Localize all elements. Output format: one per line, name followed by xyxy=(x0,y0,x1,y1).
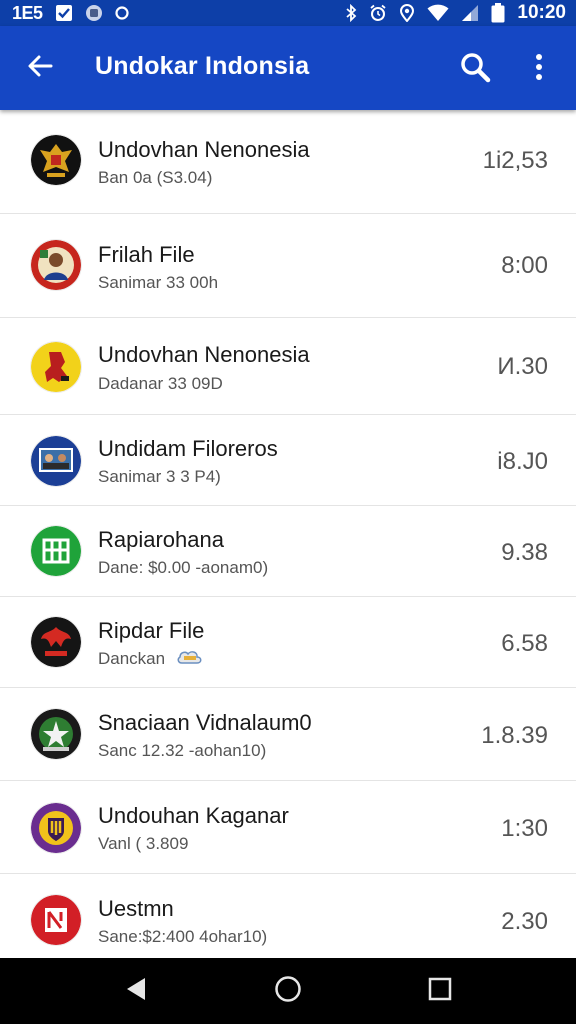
list-item[interactable]: Undouhan Kaganar Vanl ( 3.809 1:30 xyxy=(0,781,576,874)
item-title: Snaciaan Vidnalaum0 xyxy=(98,710,312,735)
portrait-badge-icon xyxy=(31,240,81,290)
nav-recents-icon xyxy=(428,977,452,1006)
item-title: Undidam Filoreros xyxy=(98,436,278,461)
yellow-emblem-icon xyxy=(31,342,81,392)
list-item[interactable]: Undovhan Nenonesia Dadanar 33 09D И.30 xyxy=(0,318,576,415)
item-subtitle: Dadanar 33 09D xyxy=(98,374,223,393)
green-grid-icon xyxy=(31,526,81,576)
item-subtitle: Sane:$2:400 4ohar10) xyxy=(98,927,268,946)
search-icon xyxy=(459,51,491,88)
red-bird-emblem-icon xyxy=(31,617,81,667)
nav-back-icon xyxy=(124,976,148,1007)
navigation-bar xyxy=(0,958,576,1024)
status-left-time: 1E5 xyxy=(12,2,43,23)
status-clock: 10:20 xyxy=(517,2,566,23)
red-app-logo-icon xyxy=(31,895,81,945)
list-item[interactable]: Rapiarohana Dane: $0.00 -aonam0) 9.38 xyxy=(0,506,576,597)
item-subtitle: Sanc 12.32 -aohan10) xyxy=(98,741,267,760)
item-title: Frilah File xyxy=(98,242,195,267)
app-notification-icon xyxy=(85,4,103,22)
more-options-button[interactable] xyxy=(526,50,552,88)
bluetooth-icon xyxy=(345,4,357,22)
purple-shield-icon xyxy=(31,803,81,853)
wifi-icon xyxy=(427,4,449,22)
signal-icon xyxy=(461,4,479,22)
item-subtitle: Vanl ( 3.809 xyxy=(98,834,189,853)
list-item[interactable]: Snaciaan Vidnalaum0 Sanc 12.32 -aohan10)… xyxy=(0,688,576,781)
list-item[interactable]: Uestmn Sane:$2:400 4ohar10) 2.30 xyxy=(0,874,576,958)
nav-back-button[interactable] xyxy=(106,966,166,1016)
item-subtitle-text: Danckan xyxy=(98,648,166,668)
item-value: i8.J0 xyxy=(497,448,548,475)
item-value: И.30 xyxy=(497,353,548,380)
list-item[interactable]: Frilah File Sanimar 33 00h 8:00 xyxy=(0,214,576,318)
list-item[interactable]: Undovhan Nenonesia Ban 0a (S3.04) 1i2,53 xyxy=(0,110,576,214)
battery-icon xyxy=(491,3,505,23)
item-title: Rapiarohana xyxy=(98,527,224,552)
item-subtitle: Sanimar 3 3 P4) xyxy=(98,467,221,486)
item-subtitle: Ban 0a (S3.04) xyxy=(98,168,213,187)
leaf-emblem-icon xyxy=(31,709,81,759)
item-title: Undovhan Nenonesia xyxy=(98,137,310,162)
nav-recents-button[interactable] xyxy=(410,966,470,1016)
arrow-back-icon xyxy=(27,54,53,83)
item-value: 9.38 xyxy=(501,539,548,566)
item-subtitle: Danckan xyxy=(98,648,204,671)
item-subtitle: Sanimar 33 00h xyxy=(98,273,219,292)
item-title: Ripdar File xyxy=(98,618,205,643)
item-subtitle: Dane: $0.00 -aonam0) xyxy=(98,558,269,577)
search-button[interactable] xyxy=(456,50,494,88)
back-button[interactable] xyxy=(22,50,58,86)
cloud-badge-icon xyxy=(176,648,204,671)
nav-home-icon xyxy=(274,975,302,1008)
more-vert-icon xyxy=(535,53,543,86)
dot-notification-icon xyxy=(114,6,129,20)
garuda-emblem-icon xyxy=(31,135,81,185)
list-item[interactable]: Ripdar File Danckan 6.58 xyxy=(0,597,576,688)
alarm-icon xyxy=(369,4,387,22)
checkbox-notification-icon xyxy=(55,4,73,22)
item-value: 1:30 xyxy=(501,815,548,842)
photo-thumbnail-icon xyxy=(31,436,81,486)
item-value: 6.58 xyxy=(501,630,548,657)
app-bar: Undokar Indonsia xyxy=(0,26,576,110)
item-value: 2.30 xyxy=(501,908,548,935)
item-value: 1i2,53 xyxy=(482,147,548,174)
list-item[interactable]: Undidam Filoreros Sanimar 3 3 P4) i8.J0 xyxy=(0,415,576,506)
status-bar: 1E5 10:20 xyxy=(0,0,576,26)
page-title: Undokar Indonsia xyxy=(95,52,310,80)
item-value: 1.8.39 xyxy=(481,722,548,749)
item-title: Uestmn xyxy=(98,896,174,921)
item-title: Undouhan Kaganar xyxy=(98,803,289,828)
item-title: Undovhan Nenonesia xyxy=(98,342,310,367)
nav-home-button[interactable] xyxy=(258,966,318,1016)
item-value: 8:00 xyxy=(501,252,548,279)
location-icon xyxy=(399,4,415,22)
file-list: Undovhan Nenonesia Ban 0a (S3.04) 1i2,53… xyxy=(0,110,576,958)
